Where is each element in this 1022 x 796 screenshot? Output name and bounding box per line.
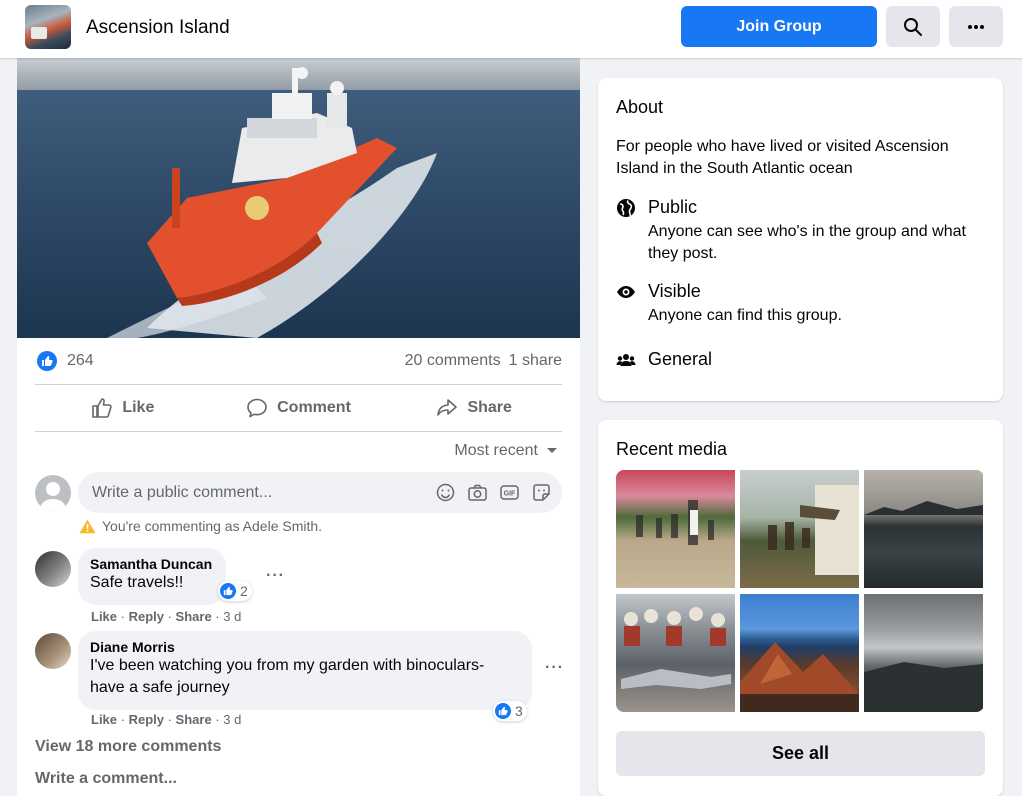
comment-composer: GIF bbox=[78, 472, 562, 513]
globe-icon bbox=[616, 198, 636, 218]
more-icon bbox=[968, 24, 984, 29]
ship-photo bbox=[17, 58, 580, 338]
public-label: Public bbox=[648, 197, 698, 217]
divider bbox=[35, 431, 562, 432]
people-icon bbox=[616, 350, 636, 370]
search-button[interactable] bbox=[886, 6, 940, 47]
comment-button[interactable]: Comment bbox=[211, 386, 387, 430]
warning-icon bbox=[79, 519, 96, 533]
share-button[interactable]: Share bbox=[386, 386, 562, 430]
like-reaction-icon bbox=[37, 351, 57, 371]
more-options-button[interactable] bbox=[949, 6, 1003, 47]
comment-reactions[interactable]: 2 bbox=[218, 581, 252, 601]
eye-icon bbox=[616, 282, 636, 302]
privacy-public-row: Public Anyone can see who's in the group… bbox=[616, 197, 986, 262]
comment-icon bbox=[247, 398, 267, 418]
current-user-avatar[interactable] bbox=[35, 475, 71, 511]
sticker-icon[interactable] bbox=[531, 482, 552, 503]
commenter-avatar[interactable] bbox=[35, 551, 71, 587]
like-button[interactable]: Like bbox=[35, 386, 211, 430]
comment-input[interactable] bbox=[78, 472, 418, 513]
caret-down-icon bbox=[547, 448, 557, 453]
emoji-icon[interactable] bbox=[435, 482, 456, 503]
join-group-button[interactable]: Join Group bbox=[681, 6, 877, 47]
group-title[interactable]: Ascension Island bbox=[86, 17, 230, 39]
sort-label: Most recent bbox=[454, 442, 538, 459]
comment-author[interactable]: Diane Morris bbox=[90, 639, 520, 655]
svg-text:GIF: GIF bbox=[504, 491, 516, 498]
post-stats: 264 20 comments 1 share bbox=[35, 348, 562, 374]
media-thumbnail[interactable] bbox=[740, 470, 859, 588]
recent-media-card: Recent media See all bbox=[598, 420, 1003, 796]
group-type-row: General bbox=[616, 349, 986, 373]
comment-bubble: Diane Morris I've been watching you from… bbox=[78, 631, 532, 710]
comments-count[interactable]: 20 comments bbox=[405, 352, 501, 369]
like-reaction-icon bbox=[495, 703, 511, 719]
comment-like-link[interactable]: Like bbox=[91, 712, 117, 727]
comment-reply-link[interactable]: Reply bbox=[129, 712, 164, 727]
visible-description: Anyone can find this group. bbox=[648, 307, 842, 324]
comment-bubble: Samantha Duncan Safe travels!! bbox=[78, 548, 226, 605]
comment-like-link[interactable]: Like bbox=[91, 609, 117, 624]
general-label: General bbox=[648, 349, 713, 369]
write-comment-link[interactable]: Write a comment... bbox=[35, 770, 177, 788]
group-avatar[interactable] bbox=[25, 5, 71, 49]
comment-meta: Like · Reply · Share · 3 d bbox=[91, 609, 242, 624]
media-grid bbox=[616, 470, 984, 712]
comment-label: Comment bbox=[277, 399, 351, 416]
comment-author[interactable]: Samantha Duncan bbox=[90, 556, 214, 572]
comment-share-link[interactable]: Share bbox=[176, 712, 212, 727]
comment-time[interactable]: 3 d bbox=[223, 609, 241, 624]
share-icon bbox=[437, 399, 458, 416]
about-description: For people who have lived or visited Asc… bbox=[616, 138, 949, 177]
like-label: Like bbox=[122, 399, 155, 416]
comment-reply-link[interactable]: Reply bbox=[129, 609, 164, 624]
divider bbox=[35, 384, 562, 385]
about-card: About For people who have lived or visit… bbox=[598, 78, 1003, 401]
comment-options-icon[interactable]: ··· bbox=[266, 567, 285, 585]
shares-count[interactable]: 1 share bbox=[509, 352, 562, 369]
see-all-media-button[interactable]: See all bbox=[616, 731, 985, 776]
comment-reactions[interactable]: 3 bbox=[493, 701, 527, 721]
comment-time[interactable]: 3 d bbox=[223, 712, 241, 727]
comment-sort-dropdown[interactable]: Most recent bbox=[454, 442, 558, 460]
camera-icon[interactable] bbox=[467, 482, 488, 503]
media-thumbnail[interactable] bbox=[740, 594, 859, 712]
media-thumbnail[interactable] bbox=[864, 594, 983, 712]
view-more-comments-link[interactable]: View 18 more comments bbox=[35, 738, 221, 756]
commenter-avatar[interactable] bbox=[35, 633, 71, 669]
comment-meta: Like · Reply · Share · 3 d bbox=[91, 712, 242, 727]
comment-text-line: have a safe journey bbox=[90, 679, 230, 696]
post-card: 264 20 comments 1 share Like Comment Shar… bbox=[17, 58, 580, 796]
visibility-row: Visible Anyone can find this group. bbox=[616, 281, 986, 327]
commenting-as-text: You're commenting as Adele Smith. bbox=[102, 518, 323, 534]
share-label: Share bbox=[467, 399, 512, 416]
comment-share-link[interactable]: Share bbox=[176, 609, 212, 624]
thumbs-up-icon bbox=[92, 398, 113, 418]
like-reaction-icon bbox=[220, 583, 236, 599]
comment-options-icon[interactable]: ··· bbox=[545, 659, 564, 677]
public-description: Anyone can see who's in the group and wh… bbox=[648, 223, 966, 262]
comment-reaction-count: 3 bbox=[515, 703, 523, 719]
media-thumbnail[interactable] bbox=[616, 470, 735, 588]
search-icon bbox=[904, 17, 922, 36]
reactions-count[interactable]: 264 bbox=[67, 352, 94, 370]
post-actions: Like Comment Share bbox=[35, 386, 562, 430]
commenting-as-notice: You're commenting as Adele Smith. bbox=[79, 518, 322, 534]
media-thumbnail[interactable] bbox=[864, 470, 983, 588]
recent-media-title: Recent media bbox=[616, 439, 728, 459]
comment-text: Safe travels!! bbox=[90, 574, 184, 591]
media-thumbnail[interactable] bbox=[616, 594, 735, 712]
comment-text-line: I've been watching you from my garden wi… bbox=[90, 657, 485, 674]
comment-reaction-count: 2 bbox=[240, 583, 248, 599]
group-header: Ascension Island Join Group bbox=[0, 0, 1022, 58]
post-image[interactable] bbox=[17, 58, 580, 338]
about-title: About bbox=[616, 97, 664, 117]
visible-label: Visible bbox=[648, 281, 701, 301]
gif-icon[interactable]: GIF bbox=[499, 482, 520, 503]
